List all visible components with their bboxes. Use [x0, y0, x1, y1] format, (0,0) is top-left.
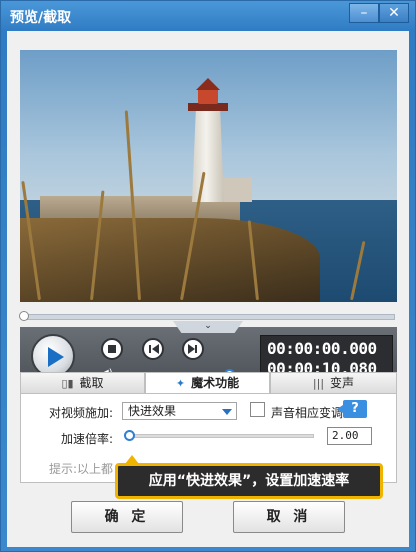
rate-label: 加速倍率: [61, 432, 114, 446]
lighthouse-lamp [198, 88, 218, 104]
next-frame-bar [195, 345, 197, 353]
cancel-button[interactable]: 取 消 [233, 501, 345, 533]
pitch-checkbox[interactable] [250, 402, 265, 417]
next-frame-button[interactable] [182, 338, 204, 360]
hint-text: 提示:以上都 [49, 462, 114, 476]
rate-input[interactable]: 2.00 [327, 427, 372, 445]
seek-track[interactable] [21, 314, 395, 320]
pitch-label[interactable]: 声音相应变调 [271, 404, 343, 421]
effect-select-value: 快进效果 [128, 404, 177, 418]
tutorial-callout: 应用“快进效果”，设置加速速率 [115, 463, 383, 499]
next-frame-icon [188, 344, 195, 354]
previous-frame-icon [149, 345, 151, 353]
video-preview[interactable] [20, 50, 397, 302]
lighthouse-gallery [188, 103, 228, 111]
preview-window: 预览/截取 – ✕ 00:00:00.000 00:00:10.080 ⌄ ▯▮… [0, 0, 416, 552]
effect-select[interactable]: 快进效果 [122, 402, 237, 420]
stop-icon [108, 345, 116, 353]
tab-magic[interactable]: ✦ 魔术功能 [145, 372, 270, 394]
rate-slider-knob[interactable] [124, 430, 135, 441]
audio-wave-icon: ||| [312, 377, 325, 390]
ok-button[interactable]: 确 定 [71, 501, 183, 533]
window-title: 预览/截取 [10, 10, 72, 26]
tab-magic-label: 魔术功能 [191, 376, 240, 390]
help-icon[interactable]: ? [337, 400, 367, 418]
crop-icon: ▯▮ [61, 377, 74, 390]
video-grass [20, 218, 320, 302]
tab-bar: ▯▮ 截取 ✦ 魔术功能 ||| 变声 [20, 372, 397, 394]
seek-knob[interactable] [19, 311, 29, 321]
panel-collapse-handle[interactable]: ⌄ [173, 321, 243, 333]
tab-crop[interactable]: ▯▮ 截取 [20, 372, 145, 394]
lighthouse-tower [192, 110, 224, 202]
previous-frame-arrow [152, 344, 159, 354]
current-time: 00:00:00.000 [267, 339, 377, 358]
stop-button[interactable] [101, 338, 123, 360]
tab-crop-label: 截取 [79, 376, 104, 390]
close-button[interactable]: ✕ [379, 3, 409, 23]
previous-frame-button[interactable] [142, 338, 164, 360]
apply-effect-label: 对视频施加: [49, 406, 114, 420]
dialog-body: ◀) 00:00:00.000 00:00:10.080 ⌄ ▯▮截取 ✦魔术功… [7, 31, 409, 547]
chevron-down-icon [222, 409, 232, 415]
play-icon [48, 347, 64, 367]
magic-wand-icon: ✦ [175, 377, 186, 390]
tab-voice-change-label: 变声 [330, 376, 355, 390]
rate-slider[interactable] [129, 434, 314, 438]
minimize-button[interactable]: – [349, 3, 379, 23]
title-bar[interactable]: 预览/截取 – ✕ [1, 1, 415, 31]
tab-voice-change[interactable]: ||| 变声 [270, 372, 397, 394]
